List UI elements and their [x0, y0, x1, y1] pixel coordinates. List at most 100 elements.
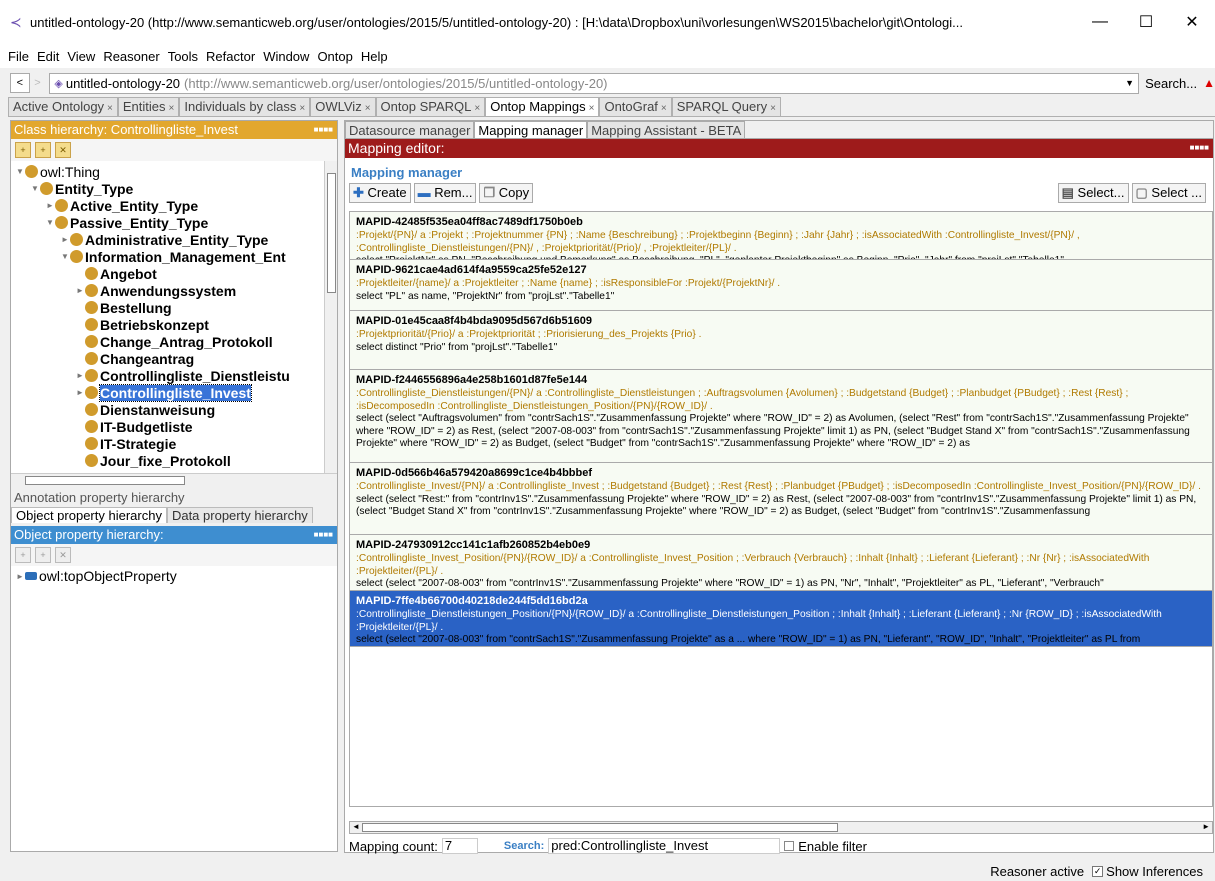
tab-datasource-manager[interactable]: Datasource manager — [345, 121, 475, 138]
create-button[interactable]: ✚ Create — [349, 183, 411, 203]
tab-object-property[interactable]: Object property hierarchy — [11, 507, 167, 523]
mapping-item[interactable]: MAPID-9621cae4ad614f4a9559ca25fe52e127:P… — [350, 260, 1212, 311]
delete-property-icon[interactable]: ✕ — [55, 547, 71, 563]
tree-item-topobjectproperty[interactable]: ► owl:topObjectProperty — [11, 566, 337, 586]
close-tab-icon[interactable]: × — [107, 103, 113, 114]
close-tab-icon[interactable]: × — [474, 103, 480, 114]
menu-refactor[interactable]: Refactor — [206, 49, 255, 64]
tab-ontograf[interactable]: OntoGraf × — [599, 97, 672, 116]
tab-mapping-assistant[interactable]: Mapping Assistant - BETA — [587, 121, 746, 138]
expand-arrow-icon[interactable]: ► — [75, 371, 85, 380]
close-tab-icon[interactable]: × — [365, 103, 371, 114]
back-button[interactable]: < — [10, 73, 30, 93]
tree-item[interactable]: Angebot — [75, 265, 157, 282]
tree-item[interactable]: ▼ Information_Management_Ent — [60, 248, 286, 265]
menu-window[interactable]: Window — [263, 49, 309, 64]
class-tree-vscrollbar[interactable] — [324, 161, 337, 473]
tree-item[interactable]: IT-Strategie — [75, 435, 176, 452]
tree-item[interactable]: ► Administrative_Entity_Type — [60, 231, 268, 248]
mapping-list-hscrollbar[interactable]: ◄ ► — [349, 821, 1213, 834]
add-sibling-property-icon[interactable]: + — [35, 547, 51, 563]
close-tab-icon[interactable]: × — [169, 103, 175, 114]
tree-item[interactable]: ▼ owl:Thing — [15, 163, 100, 180]
add-subclass-icon[interactable]: + — [15, 142, 31, 158]
tree-label: Changeantrag — [100, 350, 195, 367]
maximize-button[interactable]: ☐ — [1123, 12, 1169, 32]
tree-item[interactable]: Betriebskonzept — [75, 316, 209, 333]
tree-item[interactable]: Dienstanweisung — [75, 401, 215, 418]
menu-view[interactable]: View — [67, 49, 95, 64]
class-tree-hscrollbar[interactable] — [11, 473, 337, 486]
tab-active-ontology[interactable]: Active Ontology × — [8, 97, 118, 116]
minimize-button[interactable]: — — [1077, 13, 1123, 31]
menu-help[interactable]: Help — [361, 49, 388, 64]
tab-data-property[interactable]: Data property hierarchy — [166, 507, 313, 523]
menu-file[interactable]: File — [8, 49, 29, 64]
forward-button[interactable]: > — [30, 77, 46, 89]
close-tab-icon[interactable]: × — [770, 103, 776, 114]
expand-arrow-icon[interactable]: ► — [60, 235, 70, 244]
tree-item[interactable]: Change_Antrag_Protokoll — [75, 333, 273, 350]
menu-tools[interactable]: Tools — [168, 49, 198, 64]
select-none-button[interactable]: ▢ Select ... — [1131, 183, 1206, 203]
tab-annotation-property[interactable]: Annotation property hierarchy — [11, 486, 337, 505]
tree-item[interactable]: Changeantrag — [75, 350, 194, 367]
view-controls-icon[interactable]: ■■■■ — [314, 526, 337, 544]
collapse-arrow-icon[interactable]: ▼ — [15, 167, 25, 176]
mapping-item[interactable]: MAPID-0d566b46a579420a8699c1ce4b4bbbef:C… — [350, 463, 1212, 535]
tab-entities[interactable]: Entities × — [117, 97, 180, 116]
view-controls-icon[interactable]: ■■■■ — [1190, 139, 1213, 158]
tab-sparql-query[interactable]: SPARQL Query × — [671, 97, 781, 116]
tree-item[interactable]: ▼ Passive_Entity_Type — [45, 214, 208, 231]
collapse-arrow-icon[interactable]: ▼ — [60, 252, 70, 261]
mapping-item[interactable]: MAPID-42485f535ea04ff8ac7489df1750b0eb:P… — [350, 212, 1212, 260]
tree-item[interactable]: Jour_fixe_Protokoll — [75, 452, 231, 469]
mapping-item[interactable]: MAPID-247930912cc141c1afb260852b4eb0e9:C… — [350, 535, 1212, 591]
enable-filter-checkbox[interactable] — [784, 841, 795, 851]
delete-class-icon[interactable]: ✕ — [55, 142, 71, 158]
add-sibling-icon[interactable]: + — [35, 142, 51, 158]
close-tab-icon[interactable]: × — [299, 103, 305, 114]
warning-icon[interactable]: ▲ — [1203, 76, 1215, 90]
search-button[interactable]: Search... — [1145, 76, 1197, 91]
tree-item[interactable]: ► Controllingliste_Dienstleistu — [75, 367, 290, 384]
mapping-item[interactable]: MAPID-f2446556896a4e258b1601d87fe5e144:C… — [350, 370, 1212, 463]
expand-arrow-icon[interactable]: ► — [75, 388, 85, 397]
tab-label: Ontop SPARQL — [380, 99, 472, 114]
collapse-arrow-icon[interactable]: ▼ — [30, 184, 40, 193]
dropdown-arrow-icon[interactable]: ▼ — [1125, 78, 1134, 88]
tree-item[interactable]: ► Active_Entity_Type — [45, 197, 198, 214]
tab-owlviz[interactable]: OWLViz × — [310, 97, 376, 116]
tree-item[interactable]: ▼ Entity_Type — [30, 180, 133, 197]
select-all-button[interactable]: ▤ Select... — [1057, 183, 1129, 203]
expand-arrow-icon[interactable]: ► — [15, 572, 25, 581]
menu-reasoner[interactable]: Reasoner — [103, 49, 159, 64]
tree-item[interactable]: Bestellung — [75, 299, 172, 316]
tree-item[interactable]: IT-Budgetliste — [75, 418, 193, 435]
menu-edit[interactable]: Edit — [37, 49, 59, 64]
expand-arrow-icon[interactable]: ► — [45, 201, 55, 210]
close-tab-icon[interactable]: × — [661, 103, 667, 114]
expand-arrow-icon[interactable]: ► — [75, 286, 85, 295]
search-input[interactable]: pred:Controllingliste_Invest — [548, 838, 781, 854]
mapping-item[interactable]: MAPID-7ffe4b66700d40218de244f5dd16bd2a:C… — [350, 591, 1212, 647]
close-tab-icon[interactable]: × — [589, 103, 595, 114]
show-inferences-checkbox[interactable]: ✓ — [1092, 866, 1104, 877]
tab-individuals[interactable]: Individuals by class × — [179, 97, 311, 116]
scroll-right-icon[interactable]: ► — [1202, 822, 1210, 831]
scroll-left-icon[interactable]: ◄ — [352, 822, 360, 831]
tab-ontop-sparql[interactable]: Ontop SPARQL × — [375, 97, 486, 116]
tab-ontop-mappings[interactable]: Ontop Mappings × — [485, 97, 600, 116]
menu-ontop[interactable]: Ontop — [317, 49, 352, 64]
copy-button[interactable]: ❐ Copy — [479, 183, 534, 203]
tab-mapping-manager[interactable]: Mapping manager — [474, 121, 588, 138]
collapse-arrow-icon[interactable]: ▼ — [45, 218, 55, 227]
mapping-item[interactable]: MAPID-01e45caa8f4b4bda9095d567d6b51609:P… — [350, 311, 1212, 370]
view-controls-icon[interactable]: ■■■■ — [314, 121, 337, 139]
tree-item[interactable]: ► Anwendungssystem — [75, 282, 236, 299]
add-subproperty-icon[interactable]: + — [15, 547, 31, 563]
close-button[interactable]: ✕ — [1169, 12, 1215, 32]
remove-button[interactable]: ▬ Rem... — [413, 183, 477, 203]
ontology-selector[interactable]: ◈ untitled-ontology-20 (http://www.seman… — [49, 72, 1140, 94]
tree-item[interactable]: ► Controllingliste_Invest — [75, 383, 252, 402]
